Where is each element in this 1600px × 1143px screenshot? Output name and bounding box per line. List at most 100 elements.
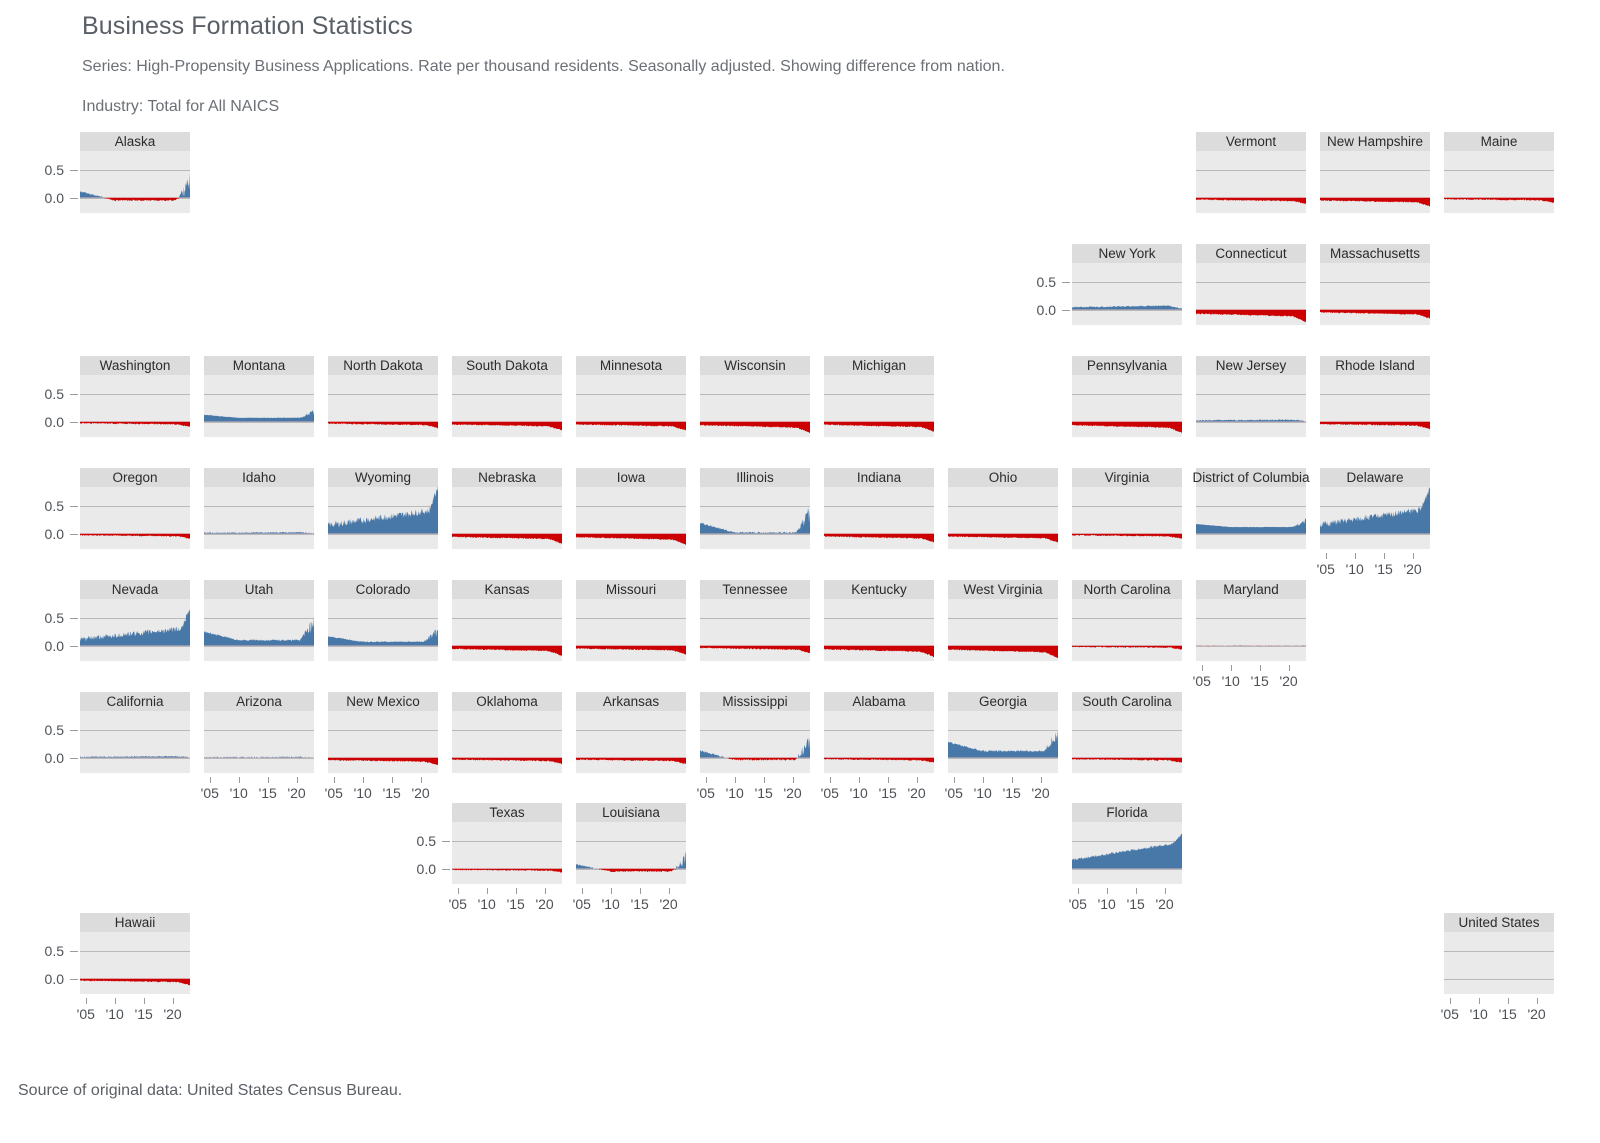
facet-plot-area xyxy=(1196,487,1306,549)
x-axis-label: '05 xyxy=(76,1006,95,1022)
series-area xyxy=(1196,518,1306,534)
facet-strip: Illinois xyxy=(700,468,810,487)
facet-plot-area xyxy=(452,599,562,661)
facet-panel-mississippi: Mississippi xyxy=(700,692,810,773)
facet-strip-label: United States xyxy=(1458,915,1540,930)
x-axis-tick xyxy=(639,888,641,894)
x-axis-tick xyxy=(610,888,612,894)
series-area xyxy=(1320,309,1430,319)
facet-strip-label: Arizona xyxy=(236,694,282,709)
facet-strip-label: Florida xyxy=(1106,805,1148,820)
x-axis-tick xyxy=(209,777,211,783)
series-area xyxy=(1196,197,1306,205)
y-axis-label: 0.0 xyxy=(44,749,64,766)
facet-strip-label: Maryland xyxy=(1223,582,1279,597)
facet-strip: United States xyxy=(1444,913,1554,932)
facet-plot-area xyxy=(824,487,934,549)
x-axis-tick xyxy=(792,777,794,783)
facet-panel-arizona: Arizona xyxy=(204,692,314,773)
facet-panel-south-carolina: South Carolina xyxy=(1072,692,1182,773)
x-axis-tick xyxy=(1449,998,1451,1004)
facet-panel-delaware: Delaware xyxy=(1320,468,1430,549)
facet-plot-area xyxy=(80,375,190,437)
series-area xyxy=(824,421,934,432)
facet-plot-area xyxy=(80,487,190,549)
series-area xyxy=(1196,645,1306,647)
facet-strip-label: Nevada xyxy=(111,582,159,597)
facet-plot-area xyxy=(328,375,438,437)
x-axis-label: '15 xyxy=(382,785,401,801)
x-axis-label: '05 xyxy=(820,785,839,801)
facet-strip: Pennsylvania xyxy=(1072,356,1182,375)
x-axis-label: '15 xyxy=(1374,561,1393,577)
x-axis-label: '15 xyxy=(1498,1006,1517,1022)
facet-plot-area xyxy=(1072,487,1182,549)
facet-panel-north-dakota: North Dakota xyxy=(328,356,438,437)
facet-strip: New Hampshire xyxy=(1320,132,1430,151)
x-axis-label: '15 xyxy=(1002,785,1021,801)
facet-strip-label: Wyoming xyxy=(354,470,412,485)
x-axis-label: '20 xyxy=(535,896,554,912)
y-axis-label: 0.5 xyxy=(44,722,64,739)
facet-plot-area xyxy=(1072,711,1182,773)
y-axis-tick xyxy=(70,170,78,172)
facet-strip: New Jersey xyxy=(1196,356,1306,375)
facet-plot-area xyxy=(700,375,810,437)
facet-strip-label: Michigan xyxy=(851,358,907,373)
x-axis-tick xyxy=(172,998,174,1004)
facet-strip: Nevada xyxy=(80,580,190,599)
series-area xyxy=(80,755,190,758)
facet-plot-area xyxy=(576,711,686,773)
series-area xyxy=(204,410,314,422)
y-axis-label: 0.5 xyxy=(44,162,64,179)
x-axis-label: '05 xyxy=(448,896,467,912)
facet-strip-label: Montana xyxy=(232,358,286,373)
x-axis-tick xyxy=(544,888,546,894)
y-axis-tick xyxy=(442,868,450,870)
x-axis-tick xyxy=(391,777,393,783)
facet-strip-label: Alabama xyxy=(852,694,906,709)
y-axis-tick xyxy=(70,197,78,199)
x-axis-tick xyxy=(267,777,269,783)
facet-strip: Vermont xyxy=(1196,132,1306,151)
facet-strip-label: Nebraska xyxy=(478,470,536,485)
facet-plot-area xyxy=(204,599,314,661)
x-axis-tick xyxy=(581,888,583,894)
series-area xyxy=(328,757,438,766)
facet-strip-label: Virginia xyxy=(1104,470,1150,485)
x-axis: '05 '10 '15 '20 xyxy=(1193,665,1306,691)
y-axis-tick xyxy=(70,421,78,423)
facet-strip-label: New York xyxy=(1098,246,1156,261)
facet-strip: South Carolina xyxy=(1072,692,1182,711)
x-axis-label: '05 xyxy=(1068,896,1087,912)
facet-strip: Rhode Island xyxy=(1320,356,1430,375)
facet-panel-tennessee: Tennessee xyxy=(700,580,810,661)
series-area xyxy=(576,421,686,431)
series-area xyxy=(1444,197,1554,203)
x-axis-tick xyxy=(668,888,670,894)
facet-panel-illinois: Illinois xyxy=(700,468,810,549)
facet-plot-area xyxy=(1320,151,1430,213)
facet-strip-label: West Virginia xyxy=(963,582,1043,597)
y-axis-tick xyxy=(1062,282,1070,284)
facet-panel-district-of-columbia: District of Columbia xyxy=(1192,468,1310,549)
x-axis-tick xyxy=(734,777,736,783)
facet-strip-label: Oregon xyxy=(112,470,158,485)
facet-strip: Louisiana xyxy=(576,803,686,822)
facet-strip-label: Maine xyxy=(1480,134,1518,149)
facet-strip: Arizona xyxy=(204,692,314,711)
facet-plot-area xyxy=(1320,375,1430,437)
series-area xyxy=(80,533,190,539)
facet-strip: Massachusetts xyxy=(1320,244,1430,263)
series-area xyxy=(1072,645,1182,650)
x-axis-tick xyxy=(858,777,860,783)
x-axis: '05 '10 '15 '20 xyxy=(1317,553,1430,579)
series-area xyxy=(948,645,1058,658)
y-axis-tick xyxy=(70,533,78,535)
facet-panel-pennsylvania: Pennsylvania xyxy=(1072,356,1182,437)
facet-strip-label: Minnesota xyxy=(599,358,663,373)
facet-panel-alabama: Alabama xyxy=(824,692,934,773)
facet-strip: Wyoming xyxy=(328,468,438,487)
facet-panel-georgia: Georgia xyxy=(948,692,1058,773)
series-area xyxy=(576,533,686,546)
